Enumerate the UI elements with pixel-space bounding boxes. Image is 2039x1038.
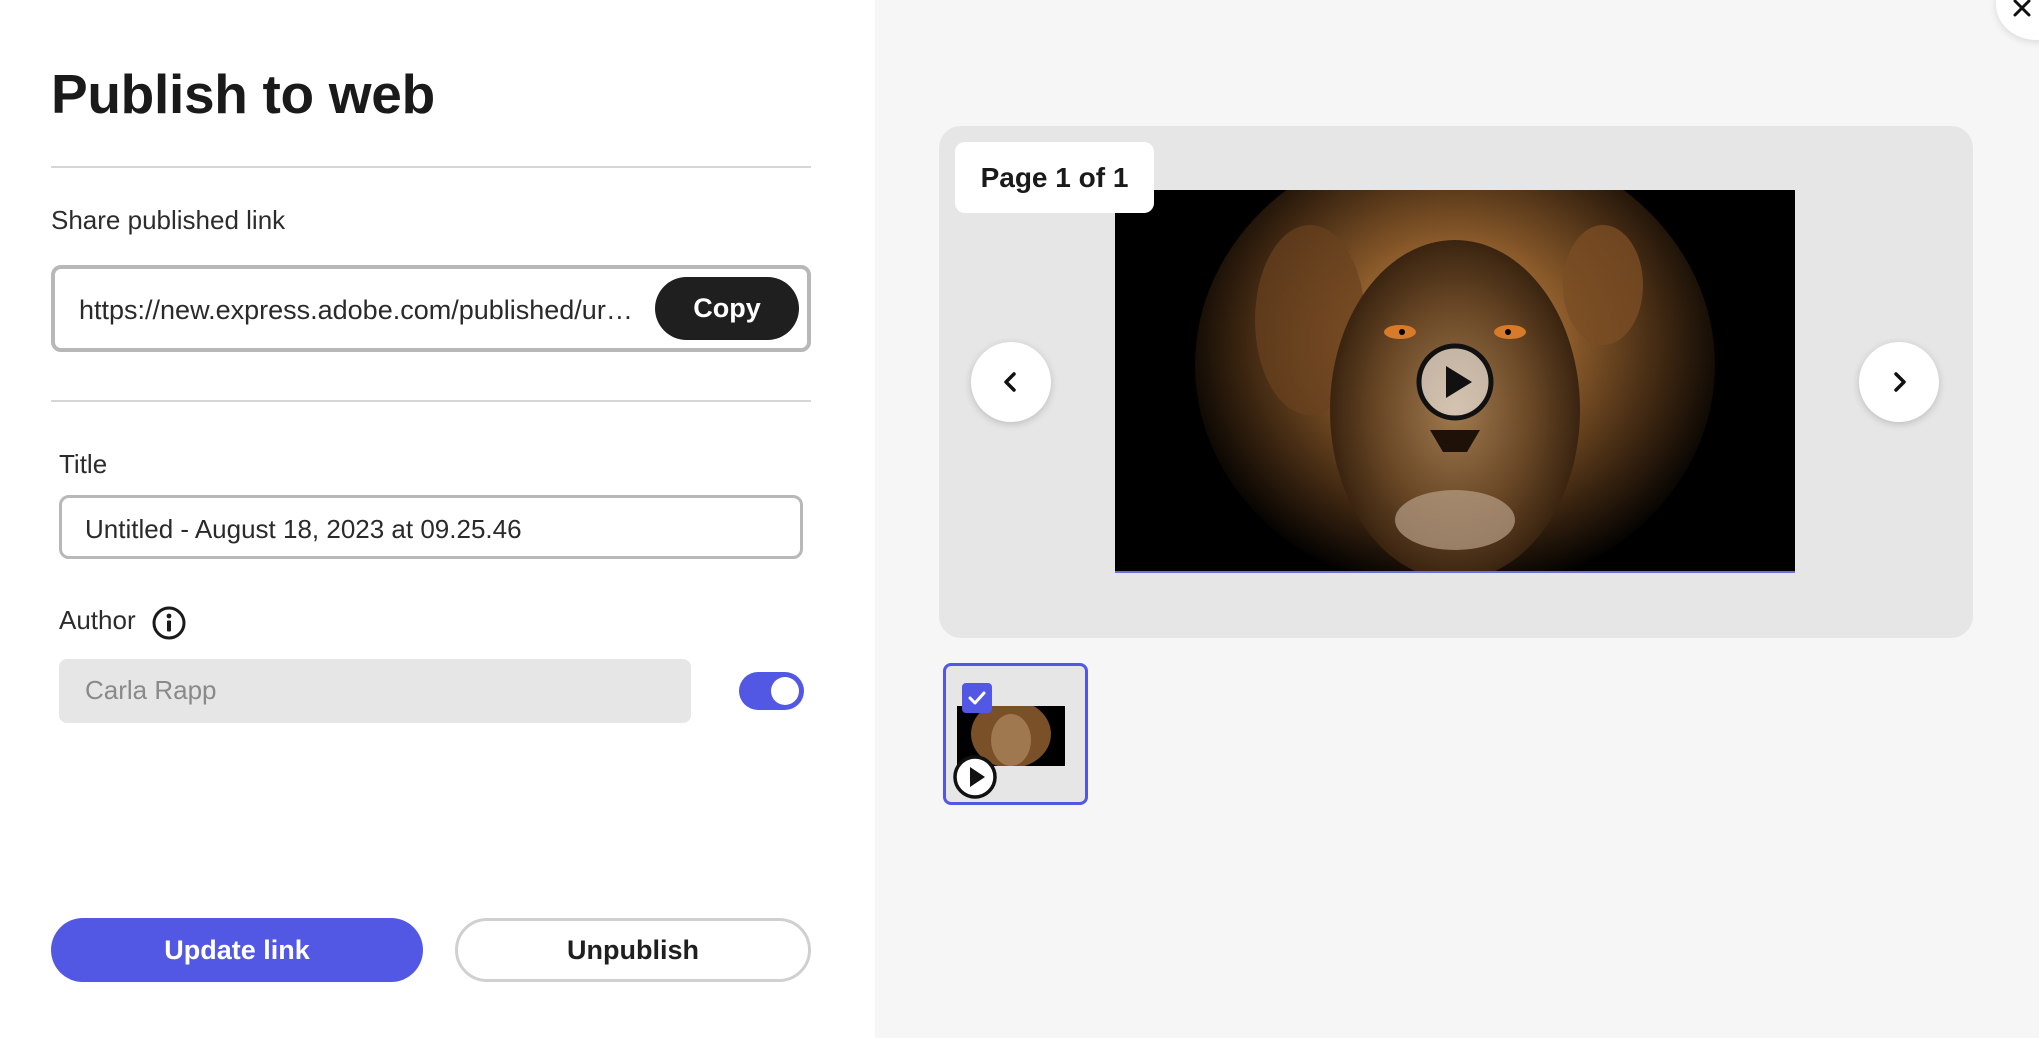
next-page-button[interactable]: [1859, 342, 1939, 422]
copy-button[interactable]: Copy: [655, 277, 799, 340]
page-title: Publish to web: [51, 63, 435, 125]
title-label: Title: [59, 449, 108, 479]
page-indicator: Page 1 of 1: [955, 142, 1154, 213]
share-link-label: Share published link: [51, 205, 286, 235]
update-link-button[interactable]: Update link: [51, 918, 423, 982]
published-link-url[interactable]: https://new.express.adobe.com/published/…: [79, 295, 639, 326]
unpublish-button[interactable]: Unpublish: [455, 918, 811, 982]
close-icon: [2013, 0, 2031, 17]
toggle-knob: [771, 677, 799, 705]
title-input-value: Untitled - August 18, 2023 at 09.25.46: [85, 514, 522, 544]
checkmark-icon: [968, 691, 986, 705]
previous-page-button[interactable]: [971, 342, 1051, 422]
published-link-field: https://new.express.adobe.com/published/…: [51, 265, 811, 352]
info-icon[interactable]: [151, 605, 187, 641]
show-author-toggle[interactable]: [739, 672, 804, 710]
chevron-left-icon: [1004, 372, 1016, 392]
page-thumbnail[interactable]: [943, 663, 1088, 805]
publish-form-panel: Publish to web Share published link http…: [0, 0, 875, 1038]
play-icon: [953, 755, 997, 799]
divider: [51, 400, 811, 402]
author-label: Author: [59, 605, 136, 635]
author-input: Carla Rapp: [59, 659, 691, 723]
title-input[interactable]: Untitled - August 18, 2023 at 09.25.46: [59, 495, 803, 559]
author-input-value: Carla Rapp: [85, 675, 217, 705]
preview-panel: Page 1 of 1: [875, 0, 2039, 1038]
play-icon[interactable]: [1415, 342, 1495, 422]
thumbnail-checkbox[interactable]: [962, 683, 992, 713]
divider: [51, 166, 811, 168]
chevron-right-icon: [1894, 372, 1906, 392]
